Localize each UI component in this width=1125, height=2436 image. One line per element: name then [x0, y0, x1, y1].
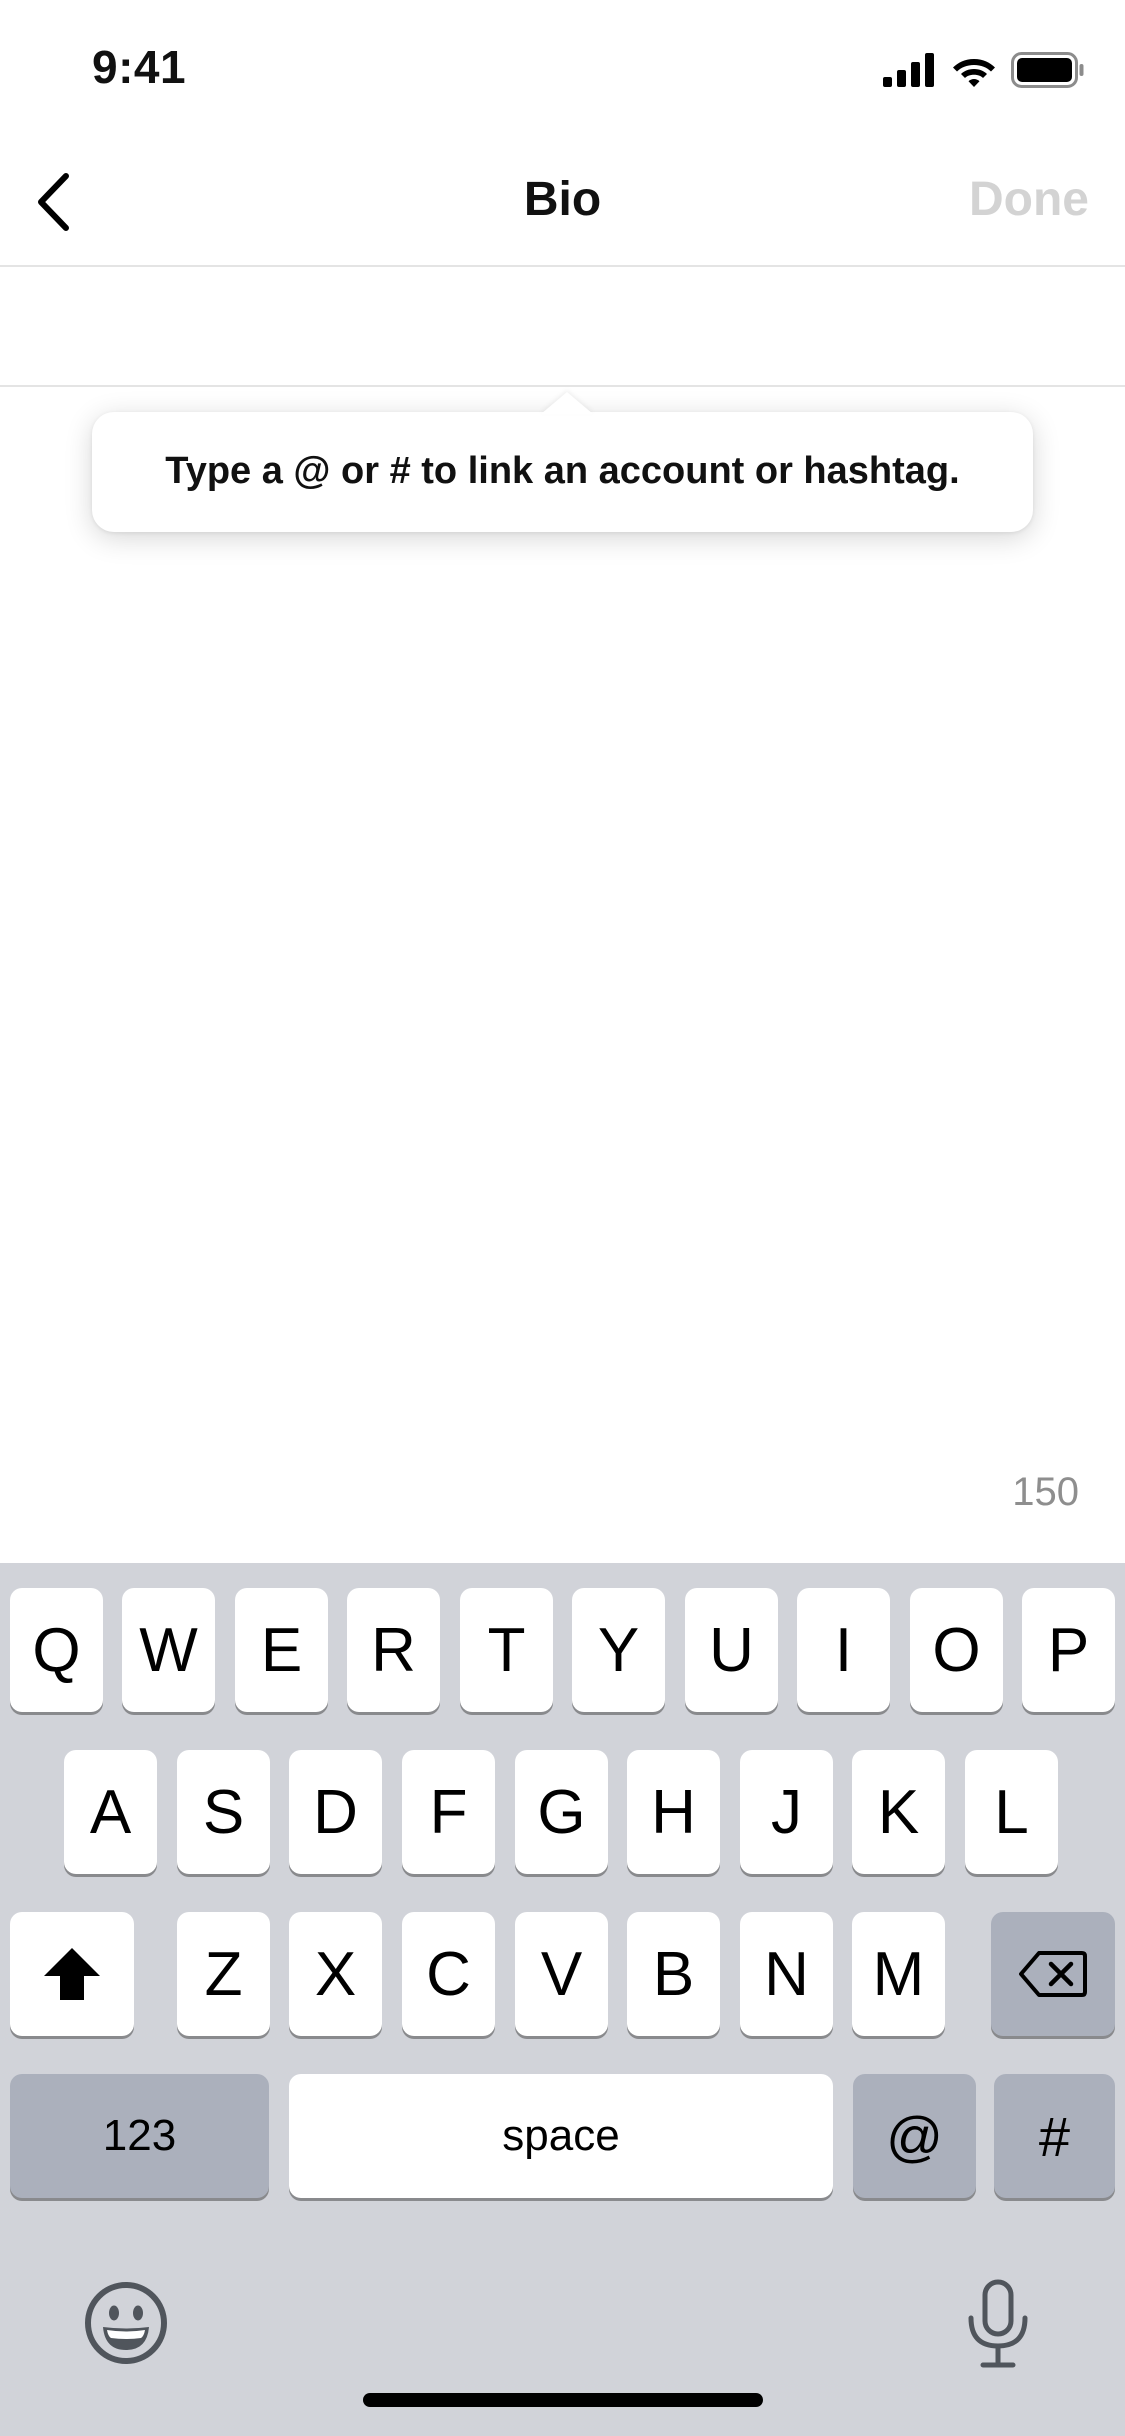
bio-field-container — [0, 267, 1125, 387]
key-x[interactable]: X — [289, 1912, 382, 2036]
numbers-key[interactable]: 123 — [10, 2074, 269, 2198]
key-n[interactable]: N — [740, 1912, 833, 2036]
done-button[interactable]: Done — [969, 172, 1089, 227]
key-u[interactable]: U — [685, 1588, 778, 1712]
emoji-button[interactable] — [74, 2271, 178, 2375]
status-bar: 9:41 — [0, 0, 1125, 140]
key-f[interactable]: F — [402, 1750, 495, 1874]
key-w[interactable]: W — [122, 1588, 215, 1712]
key-j[interactable]: J — [740, 1750, 833, 1874]
backspace-icon — [1019, 1951, 1087, 1997]
key-m[interactable]: M — [852, 1912, 945, 2036]
nav-bar: Bio Done — [0, 140, 1125, 267]
bio-input[interactable] — [30, 287, 1099, 367]
emoji-icon — [85, 2282, 167, 2364]
character-counter: 150 — [1012, 1470, 1079, 1514]
wifi-icon — [953, 59, 995, 87]
key-e[interactable]: E — [235, 1588, 328, 1712]
key-i[interactable]: I — [797, 1588, 890, 1712]
key-t[interactable]: T — [460, 1588, 553, 1712]
home-indicator — [363, 2393, 763, 2407]
key-r[interactable]: R — [347, 1588, 440, 1712]
tooltip-text: Type a @ or # to link an account or hash… — [165, 450, 960, 492]
keyboard: Q W E R T Y U I O P A S D F G H J K L Z … — [0, 1563, 1125, 2436]
key-h[interactable]: H — [627, 1750, 720, 1874]
space-key[interactable]: space — [289, 2074, 833, 2198]
tooltip-arrow — [541, 392, 593, 414]
page-title: Bio — [523, 173, 602, 226]
key-q[interactable]: Q — [10, 1588, 103, 1712]
key-a[interactable]: A — [64, 1750, 157, 1874]
microphone-icon — [968, 2279, 1028, 2368]
key-o[interactable]: O — [910, 1588, 1003, 1712]
status-icons — [883, 50, 1085, 90]
key-l[interactable]: L — [965, 1750, 1058, 1874]
hash-key[interactable]: # — [994, 2074, 1115, 2198]
key-d[interactable]: D — [289, 1750, 382, 1874]
key-b[interactable]: B — [627, 1912, 720, 2036]
shift-icon — [44, 1948, 100, 2000]
key-z[interactable]: Z — [177, 1912, 270, 2036]
status-time: 9:41 — [92, 41, 187, 93]
delete-key[interactable] — [991, 1912, 1115, 2036]
key-v[interactable]: V — [515, 1912, 608, 2036]
shift-key[interactable] — [10, 1912, 134, 2036]
key-p[interactable]: P — [1022, 1588, 1115, 1712]
key-s[interactable]: S — [177, 1750, 270, 1874]
hint-tooltip: Type a @ or # to link an account or hash… — [92, 392, 1033, 532]
key-c[interactable]: C — [402, 1912, 495, 2036]
cellular-signal-icon — [883, 53, 934, 87]
battery-icon — [1011, 52, 1084, 88]
key-g[interactable]: G — [515, 1750, 608, 1874]
at-key[interactable]: @ — [853, 2074, 976, 2198]
dictation-button[interactable] — [946, 2269, 1050, 2379]
key-k[interactable]: K — [852, 1750, 945, 1874]
key-y[interactable]: Y — [572, 1588, 665, 1712]
